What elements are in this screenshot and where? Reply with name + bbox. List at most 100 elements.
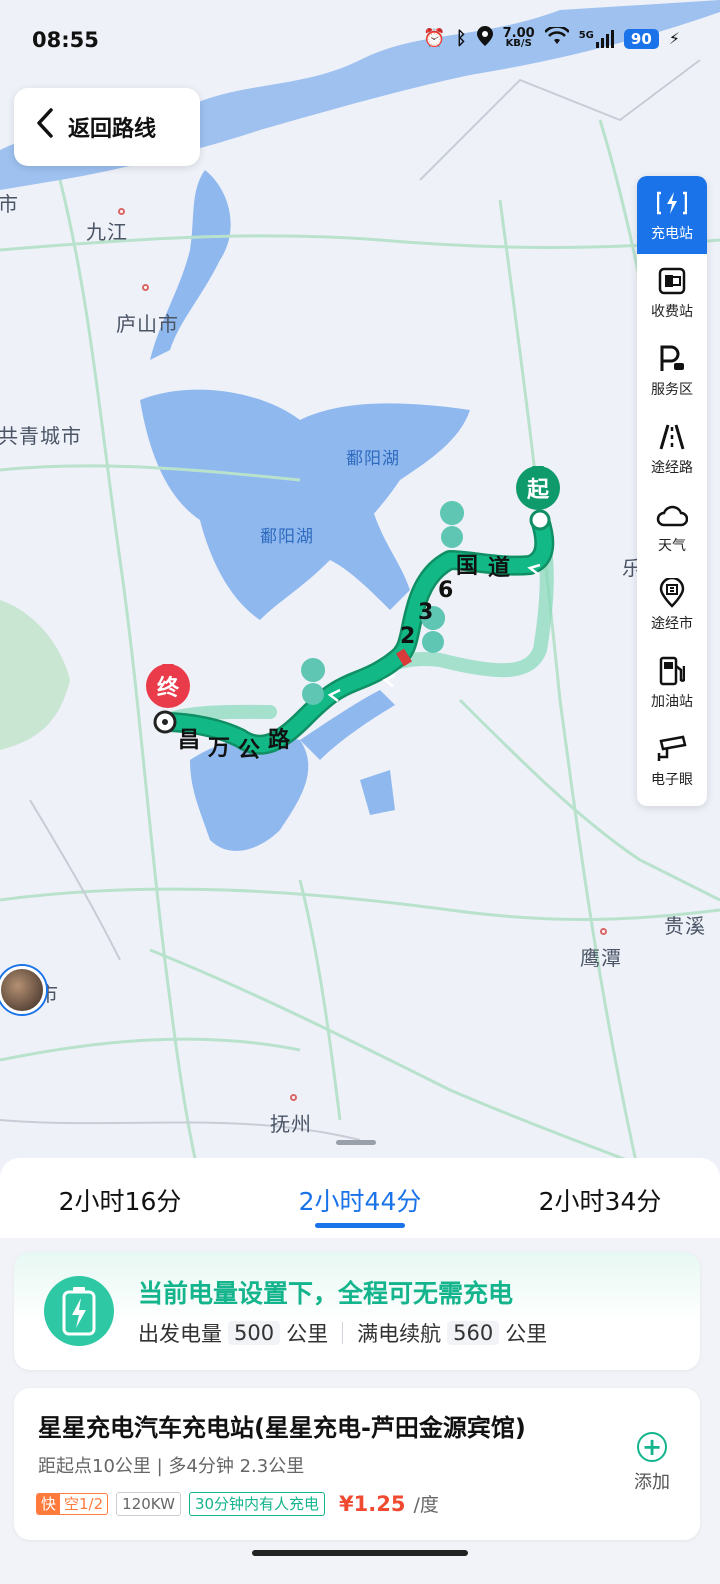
add-waypoint-button[interactable]: + 添加 [630, 1432, 674, 1494]
city-dot [290, 1094, 297, 1101]
net-speed-value: 7.00 [502, 25, 535, 41]
charge-summary-title: 当前电量设置下，全程可无需充电 [138, 1279, 514, 1308]
road-icon [656, 421, 688, 453]
battery-level: 90 [623, 28, 659, 49]
full-range-value: 560 [447, 1321, 500, 1345]
route-tab-3[interactable]: 2小时34分 [480, 1158, 720, 1238]
map-label-poyang-lake-2: 鄱阳湖 [260, 527, 314, 547]
tool-label: 充电站 [651, 226, 693, 242]
signal-icon: 5G [578, 29, 614, 48]
bluetooth-icon: ᛒ [455, 28, 467, 49]
price: ¥1.25 [339, 1491, 406, 1516]
location-icon [476, 26, 493, 51]
alarm-icon: ⏰ [423, 28, 446, 49]
status-bar: 08:55 ⏰ ᛒ 7.00 KB/S 5G 90 ⚡ [0, 0, 720, 80]
map-label-guixi: 贵溪 [664, 914, 706, 938]
road-label-gong: 公 [238, 738, 261, 763]
depart-range-value: 500 [228, 1321, 281, 1345]
toll-icon [656, 265, 688, 297]
tool-passing-road[interactable]: 途经路 [637, 410, 707, 488]
map-label-fuzhou: 抚州 [270, 1112, 312, 1136]
map-view[interactable]: 市 九江 庐山市 共青城市 鄱阳湖 鄱阳湖 乐 贵溪 鹰潭 市 抚州 国 道 6… [0, 0, 720, 1180]
net-speed: 7.00 KB/S [502, 25, 535, 49]
map-layer-toolbar: 充电站 收费站 服务区 途经路 天气 途经市 加油站 电子眼 [637, 176, 707, 806]
end-marker[interactable]: 终 [146, 664, 190, 720]
home-indicator[interactable] [252, 1550, 468, 1556]
route-tabs: 2小时16分 2小时44分 2小时34分 [0, 1158, 720, 1238]
tool-label: 服务区 [651, 382, 693, 398]
city-dot [118, 208, 125, 215]
back-button-label: 返回路线 [68, 117, 157, 142]
charging-station-card[interactable]: 星星充电汽车充电站(星星充电-芦田金源宾馆) 距起点10公里 | 多4分钟 2.… [14, 1388, 700, 1540]
road-label-6: 6 [438, 578, 454, 603]
tool-label: 收费站 [651, 304, 693, 320]
add-label: 添加 [634, 1472, 670, 1493]
route-tab-1[interactable]: 2小时16分 [0, 1158, 240, 1238]
road-label-chang: 昌 [178, 728, 201, 753]
range-info: 出发电量 500 公里 满电续航 560 公里 [138, 1318, 547, 1348]
tool-label: 电子眼 [651, 772, 693, 788]
battery-icon [44, 1276, 114, 1346]
map-label-poyang-lake-1: 鄱阳湖 [346, 449, 400, 469]
city-dot [600, 928, 607, 935]
power-tag: 120KW [116, 1491, 181, 1516]
station-tags: 快 空1/2 120KW 30分钟内有人充电 ¥1.25/度 [36, 1490, 439, 1517]
full-range-label: 满电续航 [357, 1322, 442, 1346]
road-label-guo: 国 [456, 554, 479, 579]
city-dot [142, 284, 149, 291]
tool-label: 加油站 [651, 694, 693, 710]
tool-label: 天气 [658, 538, 686, 554]
plus-circle-icon: + [637, 1432, 667, 1462]
charge-summary-card: 当前电量设置下，全程可无需充电 出发电量 500 公里 满电续航 560 公里 [14, 1252, 700, 1370]
road-label-dao: 道 [488, 556, 511, 581]
service-area-icon [656, 343, 688, 375]
map-label-lushan: 庐山市 [116, 312, 179, 336]
road-label-wan: 万 [208, 736, 231, 761]
full-range-unit: 公里 [505, 1322, 548, 1346]
network-type: 5G [578, 29, 594, 41]
tool-speed-camera[interactable]: 电子眼 [637, 722, 707, 800]
city-pin-icon [656, 577, 688, 609]
map-canvas [0, 0, 720, 1180]
net-speed-unit: KB/S [505, 37, 532, 49]
divider [342, 1322, 344, 1344]
tool-charging-station[interactable]: 充电站 [637, 176, 707, 254]
map-label-gongqing: 共青城市 [0, 424, 82, 448]
camera-icon [656, 733, 688, 765]
tool-service-area[interactable]: 服务区 [637, 332, 707, 410]
price-unit: /度 [413, 1494, 439, 1516]
route-tab-2[interactable]: 2小时44分 [240, 1158, 480, 1238]
fast-charge-tag: 快 空1/2 [36, 1492, 109, 1515]
status-icons: ⏰ ᛒ 7.00 KB/S 5G 90 ⚡ [423, 25, 680, 51]
map-label-yingtan: 鹰潭 [580, 946, 622, 970]
map-label-shi-top: 市 [0, 192, 19, 216]
station-distance-info: 距起点10公里 | 多4分钟 2.3公里 [38, 1456, 305, 1477]
map-label-jiujiang: 九江 [86, 220, 128, 244]
busy-tag: 30分钟内有人充电 [188, 1491, 326, 1516]
weather-icon [656, 499, 688, 531]
tool-passing-city[interactable]: 途经市 [637, 566, 707, 644]
start-marker[interactable]: 起 [516, 466, 560, 522]
charging-icon [656, 187, 688, 219]
road-label-lu: 路 [268, 728, 291, 753]
availability: 空1/2 [64, 1494, 104, 1513]
wifi-icon [543, 25, 570, 50]
status-time: 08:55 [32, 28, 99, 52]
station-name: 星星充电汽车充电站(星星充电-芦田金源宾馆) [38, 1414, 526, 1442]
road-label-3: 3 [418, 600, 434, 625]
charging-bolt-icon: ⚡ [668, 29, 680, 48]
depart-range-unit: 公里 [286, 1322, 329, 1346]
back-to-route-button[interactable]: 返回路线 [14, 88, 200, 166]
chevron-left-icon [36, 108, 54, 146]
tool-gas-station[interactable]: 加油站 [637, 644, 707, 722]
tool-weather[interactable]: 天气 [637, 488, 707, 566]
tool-toll-station[interactable]: 收费站 [637, 254, 707, 332]
road-label-2: 2 [400, 624, 416, 649]
fuel-icon [656, 655, 688, 687]
tool-label: 途经市 [651, 616, 693, 632]
fast-label: 快 [37, 1493, 61, 1514]
sheet-drag-handle[interactable] [336, 1140, 376, 1145]
user-avatar[interactable] [0, 966, 46, 1014]
depart-range-label: 出发电量 [138, 1322, 222, 1346]
tool-label: 途经路 [651, 460, 693, 476]
